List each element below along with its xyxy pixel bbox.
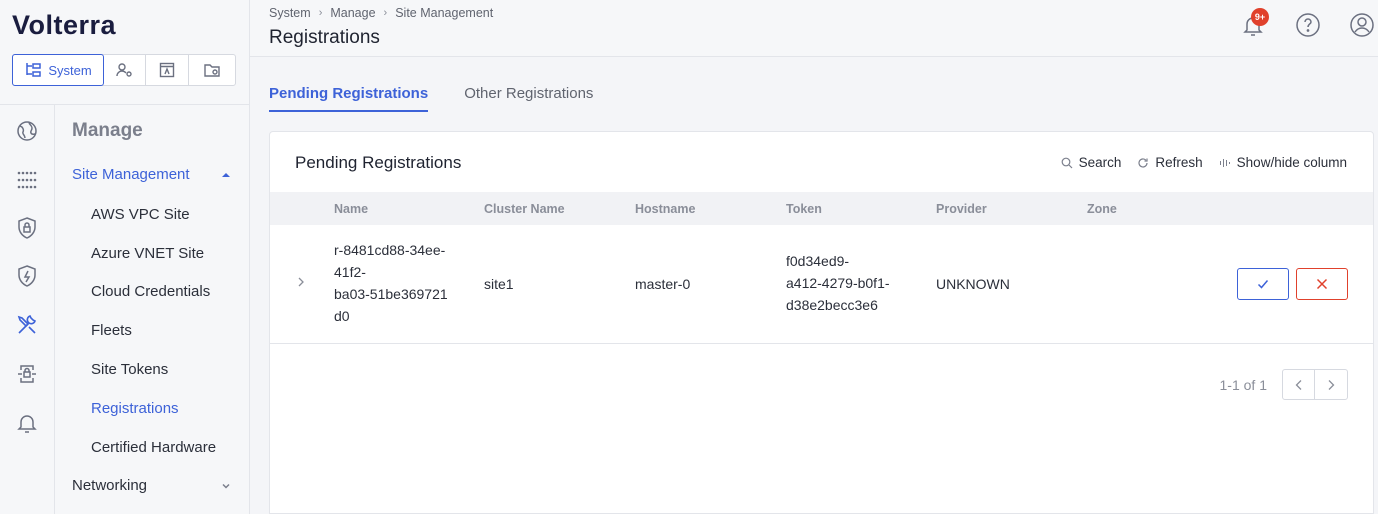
nav-group-label: Networking [72, 477, 148, 494]
nav-group-label: Site Management [72, 166, 190, 183]
breadcrumb-manage[interactable]: Manage [330, 6, 375, 20]
close-icon [1316, 278, 1328, 290]
expand-row-icon[interactable] [295, 275, 307, 289]
globe-icon[interactable] [14, 118, 40, 144]
page-header: System › Manage › Site Management Regist… [250, 0, 1378, 57]
hierarchy-icon [26, 63, 42, 77]
network-icon[interactable] [14, 167, 40, 193]
refresh-button[interactable]: Refresh [1137, 155, 1203, 170]
cell-name-line: 41f2- [334, 264, 366, 280]
column-header-token[interactable]: Token [786, 202, 822, 216]
registration-tabs: Pending Registrations Other Registration… [269, 85, 593, 112]
column-header-zone[interactable]: Zone [1087, 202, 1117, 216]
icon-rail [0, 105, 55, 514]
cell-name-line: ba03-51be369721 [334, 286, 448, 302]
reject-button[interactable] [1296, 268, 1348, 300]
chevron-right-icon [1328, 379, 1335, 390]
workspace-folder-button[interactable] [189, 55, 235, 85]
nav-item-fleets[interactable]: Fleets [91, 322, 132, 339]
column-header-hostname[interactable]: Hostname [635, 202, 695, 216]
secure-transfer-icon[interactable] [14, 361, 40, 387]
shield-lock-icon[interactable] [14, 215, 40, 241]
cell-cluster-name: site1 [484, 276, 514, 292]
chevron-right-icon: › [383, 7, 388, 19]
bell-icon[interactable] [14, 410, 40, 436]
nav-item-cloud-credentials[interactable]: Cloud Credentials [91, 283, 210, 300]
registrations-card: Pending Registrations Search Refresh Sho… [269, 131, 1374, 514]
search-label: Search [1078, 155, 1122, 170]
breadcrumb-system[interactable]: System [269, 6, 311, 20]
cell-hostname: master-0 [635, 276, 691, 292]
search-button[interactable]: Search [1061, 155, 1122, 170]
table-header: Name Cluster Name Hostname Token Provide… [270, 192, 1373, 225]
user-settings-icon [116, 63, 132, 77]
column-header-cluster-name[interactable]: Cluster Name [484, 202, 565, 216]
refresh-icon [1138, 157, 1148, 168]
workspace-system-button[interactable]: System [12, 54, 104, 86]
pagination-buttons [1282, 369, 1348, 400]
workspace-system-label: System [48, 62, 92, 78]
cell-name-line: d0 [334, 308, 350, 324]
nav-heading: Manage [72, 120, 143, 141]
chevron-up-icon [222, 172, 230, 177]
volterra-logo[interactable]: Volterra [12, 10, 116, 41]
search-icon [1061, 157, 1073, 168]
workspace-app-button[interactable] [146, 55, 189, 85]
table-row: r-8481cd88-34ee- 41f2- ba03-51be369721 d… [270, 225, 1373, 344]
chevron-right-icon: › [318, 7, 323, 19]
columns-icon [1219, 158, 1230, 167]
sidebar: Volterra System Manage Site Management A… [0, 0, 250, 514]
cell-name-line: r-8481cd88-34ee- [334, 242, 446, 258]
table-toolbar: Search Refresh Show/hide column [1061, 155, 1347, 170]
chevron-left-icon [1295, 379, 1301, 390]
notification-badge: 9+ [1251, 8, 1269, 26]
cell-token-line: f0d34ed9- [786, 253, 850, 269]
column-header-provider[interactable]: Provider [936, 202, 987, 216]
chevron-down-icon [222, 483, 230, 489]
check-icon [1257, 280, 1269, 289]
refresh-label: Refresh [1155, 155, 1203, 170]
shield-bolt-icon[interactable] [14, 263, 40, 289]
app-window-icon [159, 62, 175, 78]
user-profile-icon[interactable] [1349, 12, 1375, 38]
cell-provider: UNKNOWN [936, 276, 1010, 292]
pagination-range: 1-1 of 1 [1219, 376, 1267, 393]
next-page-button[interactable] [1315, 370, 1347, 399]
cell-name: r-8481cd88-34ee- 41f2- ba03-51be369721 d… [334, 239, 448, 327]
nav-item-azure-vnet-site[interactable]: Azure VNET Site [91, 245, 204, 262]
nav-item-registrations[interactable]: Registrations [91, 400, 179, 417]
card-title: Pending Registrations [295, 153, 462, 172]
cell-token-line: a412-4279-b0f1- [786, 275, 890, 291]
tab-other-registrations[interactable]: Other Registrations [464, 85, 593, 112]
cell-token: f0d34ed9- a412-4279-b0f1- d38e2becc3e6 [786, 250, 890, 316]
cell-token-line: d38e2becc3e6 [786, 297, 878, 313]
nav-item-site-tokens[interactable]: Site Tokens [91, 361, 168, 378]
tab-pending-registrations[interactable]: Pending Registrations [269, 85, 429, 112]
breadcrumb: System › Manage › Site Management [269, 6, 493, 20]
breadcrumb-site-management[interactable]: Site Management [395, 6, 493, 20]
help-icon[interactable] [1295, 12, 1321, 38]
page-title: Registrations [269, 27, 380, 48]
approve-button[interactable] [1237, 268, 1289, 300]
previous-page-button[interactable] [1283, 370, 1315, 399]
workspace-users-button[interactable] [103, 55, 146, 85]
pagination: 1-1 of 1 [1220, 369, 1348, 400]
tools-icon[interactable] [14, 312, 40, 338]
nav-group-networking[interactable]: Networking [72, 477, 232, 494]
folder-settings-icon [204, 64, 220, 77]
columns-label: Show/hide column [1236, 155, 1347, 170]
column-header-name[interactable]: Name [334, 202, 368, 216]
workspace-switcher: System [12, 54, 236, 86]
nav-item-aws-vpc-site[interactable]: AWS VPC Site [91, 206, 190, 223]
show-hide-column-button[interactable]: Show/hide column [1219, 155, 1347, 170]
nav-group-site-management[interactable]: Site Management [72, 166, 232, 183]
nav-item-certified-hardware[interactable]: Certified Hardware [91, 439, 216, 456]
